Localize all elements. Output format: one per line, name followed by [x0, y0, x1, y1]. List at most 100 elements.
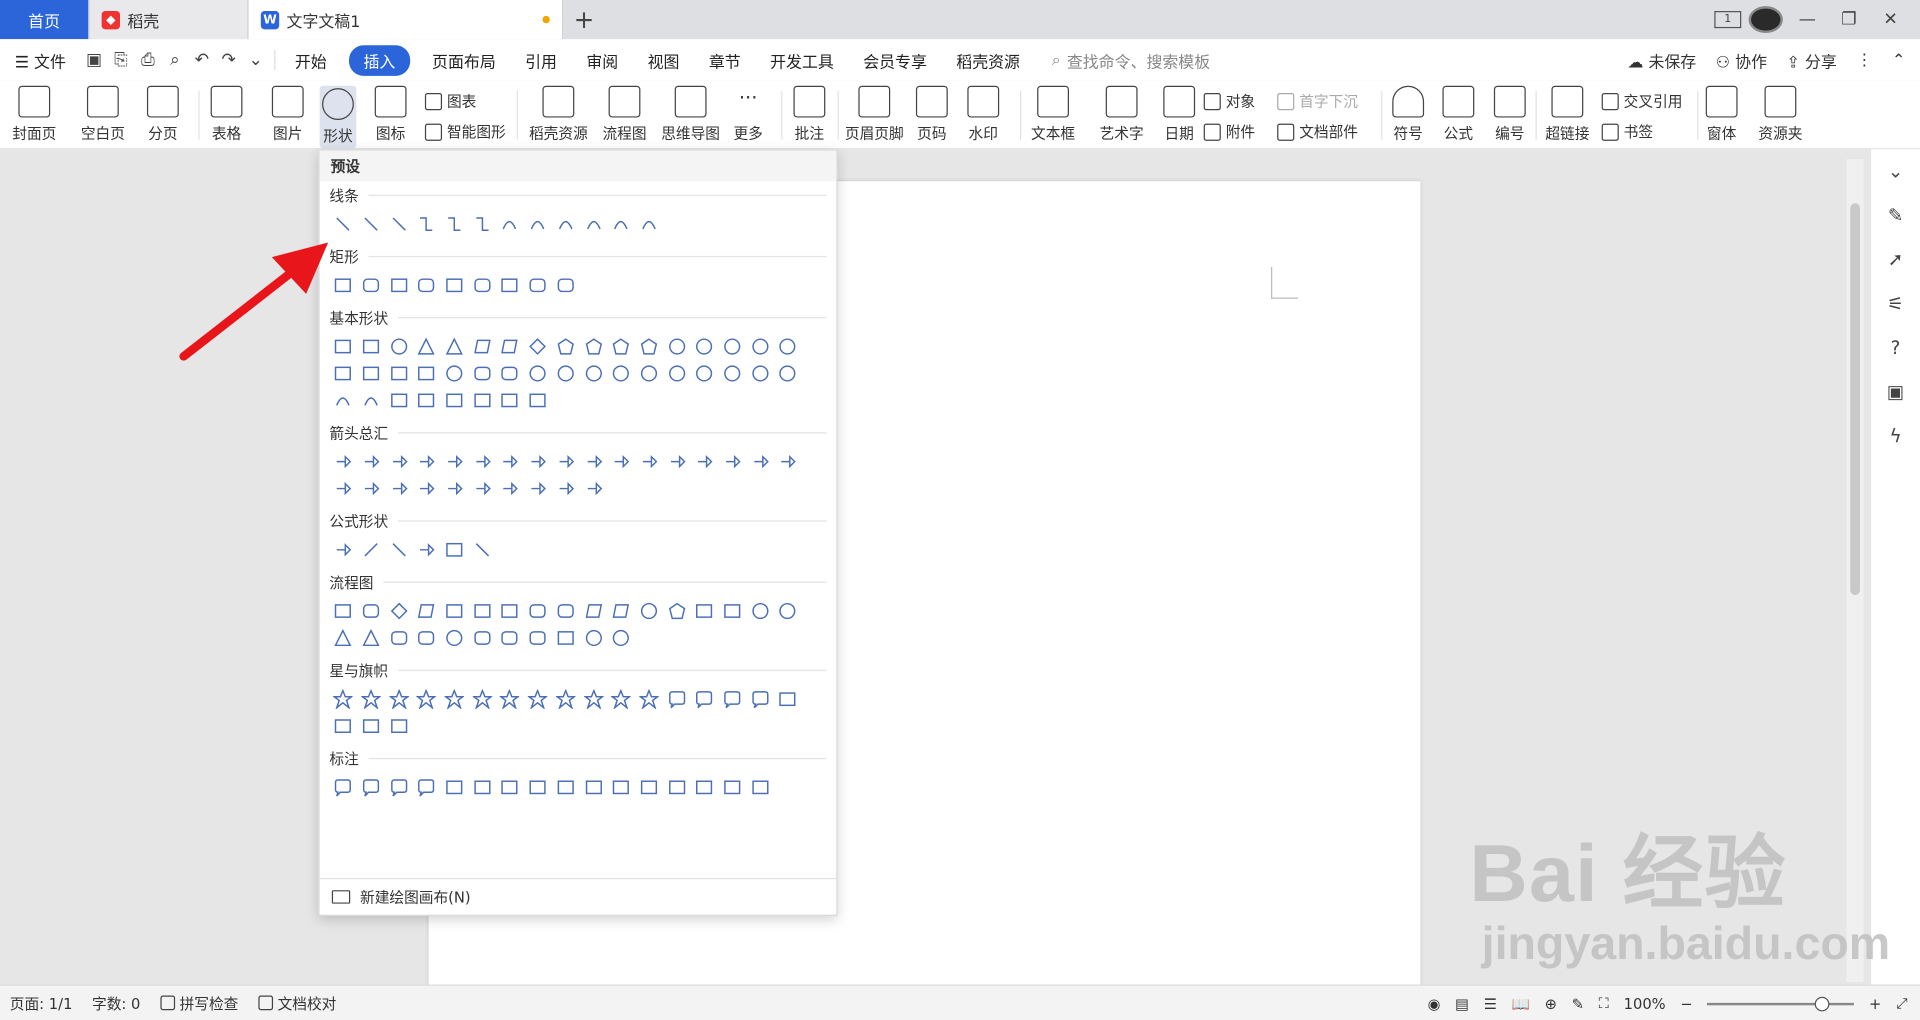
shape-item[interactable] — [441, 624, 469, 651]
zoom-slider-knob[interactable] — [1815, 996, 1830, 1011]
attachment-button[interactable]: 附件 — [1203, 121, 1255, 142]
shape-item[interactable] — [663, 448, 691, 475]
new-tab-button[interactable]: + — [563, 0, 605, 39]
preview-icon[interactable]: ⌕ — [161, 50, 188, 70]
shape-item[interactable] — [552, 598, 580, 625]
shape-item[interactable] — [635, 448, 663, 475]
shape-item[interactable] — [635, 686, 663, 713]
shape-item[interactable] — [413, 536, 441, 563]
tab-review[interactable]: 审阅 — [572, 48, 633, 71]
daoke-resources-button[interactable]: 稻壳资源 — [529, 85, 588, 144]
shape-item[interactable] — [329, 624, 357, 651]
shape-item[interactable] — [774, 360, 802, 387]
shape-item[interactable] — [385, 774, 413, 801]
shape-item[interactable] — [385, 333, 413, 360]
page-count[interactable]: 页面: 1/1 — [0, 992, 82, 1013]
blank-page-button[interactable]: 空白页 — [81, 85, 125, 144]
shape-item[interactable] — [718, 360, 746, 387]
fullscreen-icon[interactable]: ⤢ — [1896, 994, 1908, 1012]
tab-document[interactable]: W 文字文稿1 — [248, 0, 564, 40]
watermark-button[interactable]: 水印 — [967, 85, 1000, 144]
shape-item[interactable] — [468, 211, 496, 238]
shape-item[interactable] — [579, 686, 607, 713]
textbox-button[interactable]: 文本框 — [1031, 85, 1075, 144]
shape-item[interactable] — [635, 598, 663, 625]
shape-item[interactable] — [552, 624, 580, 651]
shape-item[interactable] — [413, 387, 441, 414]
pen-icon[interactable]: ✎ — [1572, 995, 1584, 1012]
drop-cap-button[interactable]: 首字下沉 — [1277, 91, 1358, 112]
shape-item[interactable] — [413, 360, 441, 387]
shape-item[interactable] — [663, 333, 691, 360]
shape-item[interactable] — [385, 211, 413, 238]
formula-button[interactable]: 公式 — [1442, 85, 1475, 144]
shape-item[interactable] — [329, 387, 357, 414]
shape-item[interactable] — [468, 536, 496, 563]
shape-item[interactable] — [579, 333, 607, 360]
shape-item[interactable] — [468, 598, 496, 625]
pointer-icon[interactable]: ➚ — [1871, 238, 1920, 282]
shape-item[interactable] — [524, 774, 552, 801]
shape-item[interactable] — [468, 272, 496, 299]
shape-item[interactable] — [441, 387, 469, 414]
shape-item[interactable] — [357, 448, 385, 475]
settings-sliders-icon[interactable]: ⚟ — [1871, 282, 1920, 326]
outline-view-icon[interactable]: ☰ — [1484, 995, 1497, 1012]
mindmap-button[interactable]: 思维导图 — [661, 85, 720, 144]
shape-item[interactable] — [357, 387, 385, 414]
shape-item[interactable] — [357, 624, 385, 651]
shape-item[interactable] — [663, 598, 691, 625]
shape-item[interactable] — [552, 686, 580, 713]
tab-insert[interactable]: 插入 — [348, 44, 411, 76]
close-icon[interactable]: ✕ — [1873, 10, 1907, 30]
help-icon[interactable]: ? — [1871, 326, 1920, 370]
shape-item[interactable] — [468, 475, 496, 502]
shape-item[interactable] — [774, 598, 802, 625]
shape-item[interactable] — [441, 536, 469, 563]
symbol-button[interactable]: 符号 — [1392, 85, 1425, 144]
shape-item[interactable] — [579, 598, 607, 625]
shape-item[interactable] — [329, 686, 357, 713]
shape-item[interactable] — [357, 211, 385, 238]
shape-item[interactable] — [607, 774, 635, 801]
shape-item[interactable] — [774, 448, 802, 475]
shape-item[interactable] — [357, 475, 385, 502]
shape-item[interactable] — [691, 598, 719, 625]
tab-home[interactable]: 首页 — [0, 0, 90, 40]
pen-icon[interactable]: ✎ — [1871, 193, 1920, 237]
shape-item[interactable] — [691, 774, 719, 801]
shape-item[interactable] — [385, 448, 413, 475]
shape-item[interactable] — [468, 333, 496, 360]
shape-item[interactable] — [468, 774, 496, 801]
shape-item[interactable] — [441, 272, 469, 299]
share-button[interactable]: ⇪ 分享 — [1787, 48, 1837, 71]
shape-item[interactable] — [329, 713, 357, 740]
shape-item[interactable] — [329, 475, 357, 502]
tab-section[interactable]: 章节 — [694, 48, 755, 71]
shape-item[interactable] — [579, 211, 607, 238]
avatar[interactable] — [1748, 6, 1783, 34]
print-icon[interactable]: ⎙ — [134, 50, 161, 70]
read-view-icon[interactable]: 📖 — [1512, 995, 1530, 1012]
tab-view[interactable]: 视图 — [633, 48, 694, 71]
shape-item[interactable] — [663, 686, 691, 713]
shape-item[interactable] — [607, 686, 635, 713]
shape-item[interactable] — [413, 211, 441, 238]
bookmark-button[interactable]: 书签 — [1601, 121, 1653, 142]
table-button[interactable]: 表格 — [210, 85, 243, 144]
shape-item[interactable] — [496, 686, 524, 713]
shape-item[interactable] — [524, 211, 552, 238]
tab-member[interactable]: 会员专享 — [849, 48, 942, 71]
shape-item[interactable] — [385, 686, 413, 713]
shape-item[interactable] — [329, 774, 357, 801]
shape-item[interactable] — [746, 448, 774, 475]
shape-item[interactable] — [329, 448, 357, 475]
shape-item[interactable] — [635, 333, 663, 360]
new-canvas-item[interactable]: 新建绘图画布(N) — [319, 877, 837, 915]
shape-item[interactable] — [607, 333, 635, 360]
shape-item[interactable] — [357, 536, 385, 563]
shape-button[interactable]: 形状 — [319, 85, 357, 149]
shape-item[interactable] — [496, 360, 524, 387]
shape-item[interactable] — [635, 774, 663, 801]
shape-item[interactable] — [496, 598, 524, 625]
